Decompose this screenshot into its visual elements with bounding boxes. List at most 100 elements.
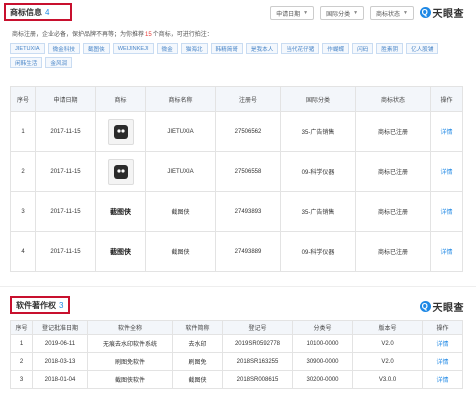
- tianyancha-logo-text: 天眼查: [432, 303, 464, 314]
- software-title-text: 软件著作权: [16, 300, 56, 310]
- trademark-status: 商标已注册: [355, 191, 431, 232]
- recommend-tag[interactable]: 作蝴蝶: [322, 43, 350, 54]
- trademark-recommend-hint: 商标注册，企业必备，保护品牌不再等；为你推荐15个商标，可进行拍注：: [12, 29, 213, 38]
- details-link[interactable]: 详情: [430, 231, 463, 272]
- filter-label: 申请日期: [276, 11, 301, 18]
- column-header: 商标状态: [355, 86, 431, 112]
- trademark-image: [107, 118, 134, 145]
- details-link[interactable]: 详情: [430, 111, 463, 152]
- trademark-filters: 申请日期 ▼ 国际分类 ▼ 商标状态 ▼: [270, 6, 414, 20]
- column-header: 商标名称: [145, 86, 216, 112]
- tianyancha-logo-icon: Q: [419, 301, 431, 312]
- international-class: 09-科学仪器: [280, 151, 356, 192]
- trademark-name: JIETUXIA: [145, 111, 216, 152]
- tianyancha-logo-icon: Q: [419, 7, 431, 18]
- column-header: 序号: [10, 320, 33, 335]
- column-header: 操作: [430, 86, 463, 112]
- chevron-down-icon: ▼: [303, 10, 309, 16]
- trademark-section-title: 商标信息 4: [4, 3, 72, 21]
- chevron-down-icon: ▼: [353, 10, 359, 16]
- version-number: V2.0: [352, 334, 423, 353]
- registration-number: 27493889: [215, 231, 281, 272]
- filter-dropdown-1[interactable]: 国际分类 ▼: [320, 6, 365, 20]
- trademark-recommend-tags: JIETUXIA 微金科技 截图侠 WEIJINKEJI 微金 猫海北 韩精简哥 是我本人 当代…: [10, 43, 450, 68]
- filter-label: 商标状态: [376, 11, 401, 18]
- column-header: 操作: [422, 320, 463, 335]
- recommend-tag[interactable]: 韩精简哥: [210, 43, 243, 54]
- details-link[interactable]: 详情: [430, 191, 463, 232]
- trademark-count: 4: [45, 7, 50, 17]
- tianyancha-logo-text: 天眼查: [432, 9, 464, 20]
- details-link[interactable]: 详情: [430, 151, 463, 192]
- trademark-text-logo: 截图侠: [110, 208, 131, 216]
- table-row: 1 2019-06-11 无痕去水印软件系统 去水印 2019SR0592778 1010…: [10, 334, 463, 353]
- recommend-tag[interactable]: 当代花仔猪: [281, 43, 320, 54]
- recommend-tag[interactable]: 胜素阴: [376, 43, 404, 54]
- trademark-table: 序号 申请日期 商标 商标名称 注册号 国际分类 商标状态 操作 1 2017-11-15 JIE…: [10, 86, 463, 272]
- tianyancha-logo-bottom: Q 天眼查: [419, 299, 465, 314]
- trademark-status: 商标已注册: [355, 111, 431, 152]
- software-short-name: 截图侠: [172, 370, 223, 389]
- column-header: 商标: [95, 86, 146, 112]
- details-link[interactable]: 详情: [422, 334, 463, 353]
- approval-date: 2019-06-11: [32, 334, 88, 353]
- recommend-tag[interactable]: 猫海北: [180, 43, 208, 54]
- recommend-tag[interactable]: WEIJINKEJI: [112, 43, 154, 54]
- software-full-name: 刷图免软件: [87, 352, 173, 371]
- row-number: 4: [10, 231, 36, 272]
- column-header: 国际分类: [280, 86, 356, 112]
- table-row: 4 2017-11-15 截图侠 截图侠 27493889 09-科学仪器 商标已注册 详情: [10, 231, 463, 272]
- software-table-header: 序号 登记批准日期 软件全称 软件简称 登记号 分类号 版本号 操作: [10, 320, 463, 335]
- recommend-tag[interactable]: 亿人股铺: [406, 43, 439, 54]
- recommend-tag[interactable]: 微金: [156, 43, 178, 54]
- trademark-status: 商标已注册: [355, 151, 431, 192]
- section-divider: [0, 286, 476, 287]
- recommend-tag[interactable]: JIETUXIA: [10, 43, 45, 54]
- recommend-tag[interactable]: 截图侠: [82, 43, 110, 54]
- hint-prefix: 商标注册，企业必备，保护品牌不再等；为你推荐: [12, 32, 145, 38]
- column-header: 软件简称: [172, 320, 223, 335]
- recommend-tag[interactable]: 微金科技: [47, 43, 80, 54]
- software-full-name: 截图侠软件: [87, 370, 173, 389]
- column-header: 软件全称: [87, 320, 173, 335]
- recommend-tag[interactable]: 金风润: [45, 57, 73, 68]
- filter-dropdown-2[interactable]: 商标状态 ▼: [370, 6, 414, 20]
- software-count: 3: [59, 300, 64, 310]
- filter-dropdown-0[interactable]: 申请日期 ▼: [270, 6, 315, 20]
- apply-date: 2017-11-15: [35, 191, 96, 232]
- trademark-image: [107, 158, 134, 185]
- apply-date: 2017-11-15: [35, 111, 96, 152]
- row-number: 1: [10, 111, 36, 152]
- recommend-tag[interactable]: 闪码: [352, 43, 374, 54]
- software-table: 序号 登记批准日期 软件全称 软件简称 登记号 分类号 版本号 操作 1 2019-06-11 无…: [10, 320, 463, 389]
- category-number: 30200-0000: [292, 370, 353, 389]
- column-header: 登记号: [222, 320, 293, 335]
- column-header: 分类号: [292, 320, 353, 335]
- trademark-logo-cell: [95, 111, 146, 152]
- recommend-tag[interactable]: 是我本人: [245, 43, 279, 54]
- column-header: 序号: [10, 86, 36, 112]
- trademark-title-text: 商标信息: [10, 7, 42, 17]
- trademark-name: 截图侠: [145, 191, 216, 232]
- registration-number: 27493893: [215, 191, 281, 232]
- table-row: 2 2017-11-15 JIETUXIA 27506558 09-科学仪器 商标已注册详…: [10, 151, 463, 192]
- row-number: 1: [10, 334, 33, 353]
- recommend-tag[interactable]: 闲韩生活: [10, 57, 43, 68]
- filter-label: 国际分类: [326, 11, 351, 18]
- category-number: 30900-0000: [292, 352, 353, 371]
- row-number: 3: [10, 191, 36, 232]
- trademark-logo-cell: 截图侠: [95, 191, 146, 232]
- details-link[interactable]: 详情: [422, 370, 463, 389]
- version-number: V3.0.0: [352, 370, 423, 389]
- software-short-name: 刷图免: [172, 352, 223, 371]
- table-row: 2 2018-03-13 刷图免软件 刷图免 2018SR163255 30900-000…: [10, 352, 463, 371]
- apply-date: 2017-11-15: [35, 151, 96, 192]
- trademark-logo-cell: [95, 151, 146, 192]
- category-number: 10100-0000: [292, 334, 353, 353]
- hint-number: 15: [145, 32, 152, 38]
- column-header: 登记批准日期: [32, 320, 88, 335]
- registration-number: 27506562: [215, 111, 281, 152]
- registration-number: 27506558: [215, 151, 281, 192]
- international-class: 09-科学仪器: [280, 231, 356, 272]
- details-link[interactable]: 详情: [422, 352, 463, 371]
